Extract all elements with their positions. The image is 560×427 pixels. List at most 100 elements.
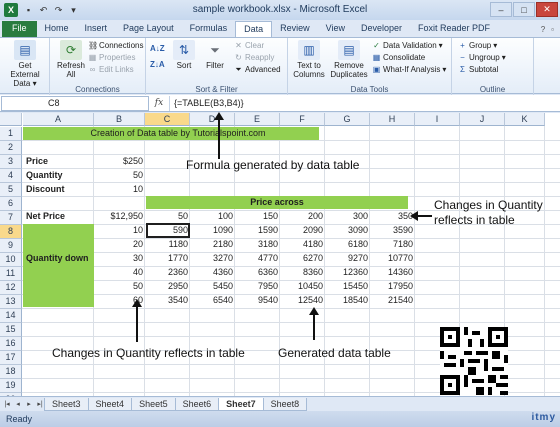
price-label[interactable]: Price — [26, 155, 48, 168]
minimize-button[interactable]: – — [490, 2, 512, 17]
column-header-b[interactable]: B — [94, 113, 145, 126]
column-header-d[interactable]: D — [190, 113, 235, 126]
tab-review[interactable]: Review — [272, 21, 318, 37]
tab-file[interactable]: File — [2, 21, 37, 37]
row-header-3[interactable]: 3 — [0, 155, 22, 169]
price-header-cell[interactable]: 350 — [370, 210, 415, 223]
tab-formulas[interactable]: Formulas — [182, 21, 236, 37]
row-header-8[interactable]: 8 — [0, 225, 22, 239]
data-table-cell[interactable]: 2950 — [145, 280, 190, 293]
ribbon-minimize-icon[interactable]: ▫ — [551, 25, 554, 34]
first-sheet-icon[interactable]: |◂ — [2, 399, 12, 410]
data-table-cell[interactable]: 4180 — [280, 238, 325, 251]
data-table-cell[interactable]: 17950 — [370, 280, 415, 293]
column-header-a[interactable]: A — [23, 113, 94, 126]
what-if-analysis-button[interactable]: ▣ What-If Analysis ▾ — [372, 65, 447, 74]
discount-value[interactable]: 10 — [95, 183, 145, 196]
excel-app-icon[interactable]: X — [4, 3, 18, 17]
filter-button[interactable]: ⏷ Filter — [202, 40, 228, 70]
column-header-j[interactable]: J — [460, 113, 505, 126]
row-header-15[interactable]: 15 — [0, 323, 22, 337]
consolidate-button[interactable]: ▦ Consolidate — [372, 53, 426, 62]
help-icon[interactable]: ? — [541, 25, 545, 34]
price-header-cell[interactable]: 150 — [235, 210, 280, 223]
data-table-cell[interactable]: 3270 — [190, 252, 235, 265]
data-table-cell[interactable]: 10770 — [370, 252, 415, 265]
row-header-9[interactable]: 9 — [0, 239, 22, 253]
net-price-label[interactable]: Net Price — [26, 210, 65, 223]
insert-function-icon[interactable]: fx — [149, 98, 169, 108]
sheet-tab-sheet6[interactable]: Sheet6 — [174, 397, 220, 411]
row-header-2[interactable]: 2 — [0, 141, 22, 155]
data-validation-button[interactable]: ✓ Data Validation ▾ — [372, 41, 443, 50]
data-table-cell[interactable]: 590 — [145, 224, 190, 237]
save-icon[interactable]: ▪ — [22, 4, 35, 17]
data-table-cell[interactable]: 6270 — [280, 252, 325, 265]
row-header-16[interactable]: 16 — [0, 337, 22, 351]
column-header-f[interactable]: F — [280, 113, 325, 126]
quantity-down-cell[interactable]: Quantity down — [26, 252, 89, 265]
data-table-cell[interactable]: 1770 — [145, 252, 190, 265]
data-table-cell[interactable]: 1090 — [190, 224, 235, 237]
text-to-columns-button[interactable]: ▥ Text to Columns — [292, 40, 326, 79]
clear-button[interactable]: ✕ Clear — [234, 41, 264, 50]
tab-insert[interactable]: Insert — [77, 21, 116, 37]
column-header-k[interactable]: K — [505, 113, 545, 126]
data-table-cell[interactable]: 9270 — [325, 252, 370, 265]
prev-sheet-icon[interactable]: ◂ — [13, 399, 23, 410]
data-table-cell[interactable]: 14360 — [370, 266, 415, 279]
price-across-cell[interactable]: Price across — [146, 196, 408, 209]
price-value[interactable]: $250 — [95, 155, 145, 168]
quantity-cell[interactable]: 30 — [94, 252, 145, 265]
column-header-e[interactable]: E — [235, 113, 280, 126]
reapply-button[interactable]: ↻ Reapply — [234, 53, 274, 62]
data-table-cell[interactable]: 2360 — [145, 266, 190, 279]
price-header-cell[interactable]: 100 — [190, 210, 235, 223]
quantity-cell[interactable]: 10 — [94, 224, 145, 237]
sheet-tab-sheet5[interactable]: Sheet5 — [131, 397, 176, 411]
row-header-11[interactable]: 11 — [0, 267, 22, 281]
data-table-cell[interactable]: 15450 — [325, 280, 370, 293]
sheet-tab-sheet8[interactable]: Sheet8 — [262, 397, 308, 411]
remove-duplicates-button[interactable]: ▤ Remove Duplicates — [328, 40, 370, 79]
quantity-label[interactable]: Quantity — [26, 169, 63, 182]
data-table-cell[interactable]: 18540 — [325, 294, 370, 307]
customize-icon[interactable]: ▾ — [67, 4, 80, 17]
tab-view[interactable]: View — [318, 21, 353, 37]
get-external-data-button[interactable]: ▤ Get External Data ▾ — [4, 40, 46, 88]
row-header-12[interactable]: 12 — [0, 281, 22, 295]
data-table-cell[interactable]: 12540 — [280, 294, 325, 307]
data-table-cell[interactable]: 4360 — [190, 266, 235, 279]
refresh-all-button[interactable]: ⟳ Refresh All — [56, 40, 86, 79]
connections-button[interactable]: ⛓ Connections — [88, 41, 143, 50]
net-price-value[interactable]: $12,950 — [95, 210, 145, 223]
tab-developer[interactable]: Developer — [353, 21, 410, 37]
row-header-13[interactable]: 13 — [0, 295, 22, 309]
data-table-cell[interactable]: 21540 — [370, 294, 415, 307]
column-header-i[interactable]: I — [415, 113, 460, 126]
price-header-cell[interactable]: 50 — [145, 210, 190, 223]
data-table-cell[interactable]: 10450 — [280, 280, 325, 293]
data-table-cell[interactable]: 9540 — [235, 294, 280, 307]
row-header-14[interactable]: 14 — [0, 309, 22, 323]
data-table-cell[interactable]: 7950 — [235, 280, 280, 293]
data-table-cell[interactable]: 3590 — [370, 224, 415, 237]
data-table-cell[interactable]: 4770 — [235, 252, 280, 265]
column-header-c[interactable]: C — [145, 113, 190, 126]
select-all-corner[interactable] — [0, 113, 22, 126]
row-header-19[interactable]: 19 — [0, 379, 22, 393]
data-table-cell[interactable]: 1180 — [145, 238, 190, 251]
price-header-cell[interactable]: 200 — [280, 210, 325, 223]
row-header-6[interactable]: 6 — [0, 197, 22, 211]
row-header-4[interactable]: 4 — [0, 169, 22, 183]
discount-label[interactable]: Discount — [26, 183, 65, 196]
data-table-cell[interactable]: 6360 — [235, 266, 280, 279]
row-header-7[interactable]: 7 — [0, 211, 22, 225]
data-table-cell[interactable]: 5450 — [190, 280, 235, 293]
redo-icon[interactable]: ↷ — [52, 4, 65, 17]
row-header-10[interactable]: 10 — [0, 253, 22, 267]
undo-icon[interactable]: ↶ — [37, 4, 50, 17]
formula-input[interactable]: {=TABLE(B3,B4)} — [169, 95, 560, 111]
ungroup-button[interactable]: − Ungroup ▾ — [458, 53, 506, 62]
data-table-cell[interactable]: 6540 — [190, 294, 235, 307]
